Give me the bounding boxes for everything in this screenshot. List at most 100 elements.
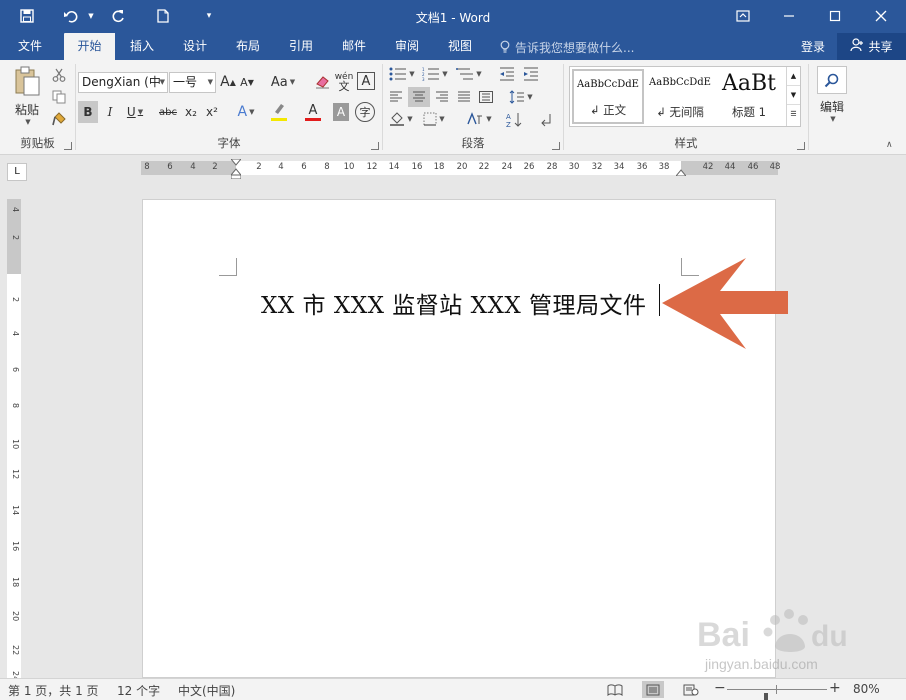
paragraph-launcher-icon[interactable] <box>552 142 560 150</box>
ruler-tick-label: 4 <box>190 162 196 172</box>
numbering-icon[interactable]: 1 2 3 ▼ <box>420 64 450 84</box>
editing-button[interactable]: 编辑 ▼ <box>815 64 849 124</box>
tell-me-box[interactable]: 告诉我您想要做什么... <box>500 39 634 56</box>
font-color-button[interactable]: A <box>298 101 328 123</box>
share-button[interactable]: 共享 <box>837 33 906 60</box>
zoom-slider-thumb[interactable] <box>763 693 768 700</box>
font-size-combo[interactable]: 一号 ▼ <box>169 72 216 93</box>
text-effects-button[interactable]: A ▼ <box>232 101 260 123</box>
ruler-tick-label: 44 <box>724 162 736 172</box>
close-icon[interactable] <box>866 4 896 28</box>
align-left-icon[interactable] <box>386 87 406 107</box>
strikethrough-button[interactable]: abc <box>156 101 180 123</box>
font-name-dropdown-icon[interactable]: ▼ <box>160 73 165 92</box>
align-center-icon[interactable] <box>408 87 430 107</box>
font-name-value: DengXian (中 <box>82 75 161 89</box>
styles-scroll-up-icon[interactable]: ▲ <box>787 67 800 86</box>
style-heading-1[interactable]: AaBt 标题 1 <box>716 69 782 124</box>
ruler-tick-label: 38 <box>658 162 670 172</box>
page-count[interactable]: 第 1 页，共 1 页 <box>8 682 99 699</box>
copy-icon[interactable] <box>49 87 69 107</box>
align-right-icon[interactable] <box>432 87 452 107</box>
increase-indent-icon[interactable] <box>520 64 542 84</box>
ruler-tick-label: 20 <box>456 162 468 172</box>
zoom-in-icon[interactable]: + <box>829 680 841 696</box>
subscript-button[interactable]: x₂ <box>181 101 201 123</box>
minimize-icon[interactable] <box>774 4 804 28</box>
tab-mailings[interactable]: 邮件 <box>332 33 376 60</box>
vertical-ruler[interactable]: 4 2 2 4 6 8 10 12 14 16 18 20 22 24 <box>7 199 21 681</box>
styles-launcher-icon[interactable] <box>797 142 805 150</box>
character-border-button[interactable]: A <box>357 72 375 90</box>
word-count[interactable]: 12 个字 <box>117 682 160 699</box>
document-canvas[interactable]: L 8 6 4 2 2 4 6 8 10 12 14 16 18 20 22 24 26 28 30 32 34 36 38… <box>0 155 906 681</box>
font-group-label: 字体 <box>217 136 241 150</box>
read-mode-icon[interactable] <box>604 681 626 698</box>
cut-icon[interactable] <box>49 65 69 85</box>
clear-formatting-icon[interactable] <box>313 72 333 92</box>
ruler-tick-label: 12 <box>11 469 20 480</box>
character-shading-button[interactable]: A <box>333 103 349 121</box>
paste-dropdown-icon[interactable]: ▼ <box>25 118 30 126</box>
grow-font-icon: A <box>220 74 230 90</box>
tab-view[interactable]: 视图 <box>438 33 482 60</box>
status-bar: 第 1 页，共 1 页 12 个字 中文(中国) − + 80% <box>0 678 906 700</box>
zoom-out-icon[interactable]: − <box>714 680 726 696</box>
font-size-dropdown-icon[interactable]: ▼ <box>208 73 213 92</box>
indent-marker-icon[interactable] <box>229 158 243 180</box>
font-launcher-icon[interactable] <box>371 142 379 150</box>
style-normal[interactable]: AaBbCcDdE ↲ 正文 <box>572 69 644 124</box>
paste-button[interactable]: 粘贴 ▼ <box>8 66 46 126</box>
styles-scroll-down-icon[interactable]: ▼ <box>787 86 800 105</box>
styles-more-icon[interactable]: ☰ <box>787 105 800 124</box>
shading-icon[interactable]: ▼ <box>386 109 416 129</box>
borders-icon[interactable]: ▼ <box>419 109 449 129</box>
change-case-button[interactable]: Aa ▼ <box>268 72 298 92</box>
print-layout-icon[interactable] <box>642 681 664 698</box>
ribbon-display-icon[interactable] <box>728 4 758 28</box>
underline-button[interactable]: U ▼ <box>122 101 148 123</box>
document-text[interactable]: XX 市 XXX 监督站 XXX 管理局文件 <box>261 286 647 320</box>
web-layout-icon[interactable] <box>680 681 702 698</box>
show-marks-icon[interactable] <box>535 109 557 131</box>
bold-button[interactable]: B <box>78 101 98 123</box>
language-status[interactable]: 中文(中国) <box>178 682 235 699</box>
sort-icon[interactable]: AZ <box>503 109 525 131</box>
phonetic-guide-button[interactable]: wén 文 <box>334 70 354 94</box>
style-normal-sample: AaBbCcDdE <box>577 79 639 90</box>
distributed-icon[interactable] <box>476 87 496 107</box>
maximize-icon[interactable] <box>820 4 850 28</box>
tab-home[interactable]: 开始 <box>64 33 115 60</box>
ruler-tick-label: 10 <box>343 162 355 172</box>
zoom-slider[interactable] <box>727 685 827 700</box>
format-painter-icon[interactable] <box>49 109 69 129</box>
italic-button[interactable]: I <box>100 101 120 123</box>
tab-layout[interactable]: 布局 <box>226 33 270 60</box>
justify-icon[interactable] <box>454 87 474 107</box>
tab-design[interactable]: 设计 <box>173 33 217 60</box>
enclose-characters-button[interactable]: 字 <box>355 102 375 122</box>
clipboard-launcher-icon[interactable] <box>64 142 72 150</box>
collapse-ribbon-icon[interactable]: ∧ <box>886 140 893 150</box>
ruler-tick-label: 48 <box>769 162 781 172</box>
superscript-button[interactable]: x² <box>202 101 222 123</box>
zoom-level[interactable]: 80% <box>853 682 880 696</box>
shrink-font-button[interactable]: A ▼ <box>238 72 256 92</box>
tab-selector[interactable]: L <box>7 163 27 181</box>
multilevel-list-icon[interactable]: ▼ <box>453 64 485 84</box>
sign-in-link[interactable]: 登录 <box>801 38 825 55</box>
right-indent-marker-icon[interactable] <box>674 165 688 177</box>
style-no-spacing[interactable]: AaBbCcDdE ↲ 无间隔 <box>644 69 716 124</box>
tab-references[interactable]: 引用 <box>279 33 323 60</box>
decrease-indent-icon[interactable] <box>496 64 518 84</box>
tab-file[interactable]: 文件 <box>8 33 52 60</box>
chinese-layout-icon[interactable]: ▼ <box>463 109 495 129</box>
highlight-button[interactable] <box>264 101 294 123</box>
grow-font-button[interactable]: A ▲ <box>219 72 237 92</box>
horizontal-ruler[interactable]: 8 6 4 2 2 4 6 8 10 12 14 16 18 20 22 24 26 28 30 32 34 36 38 42… <box>141 158 781 180</box>
tab-review[interactable]: 审阅 <box>385 33 429 60</box>
font-name-combo[interactable]: DengXian (中 ▼ <box>78 72 168 93</box>
bullets-icon[interactable]: ▼ <box>387 64 417 84</box>
line-spacing-icon[interactable]: ▼ <box>506 87 536 107</box>
tab-insert[interactable]: 插入 <box>120 33 164 60</box>
